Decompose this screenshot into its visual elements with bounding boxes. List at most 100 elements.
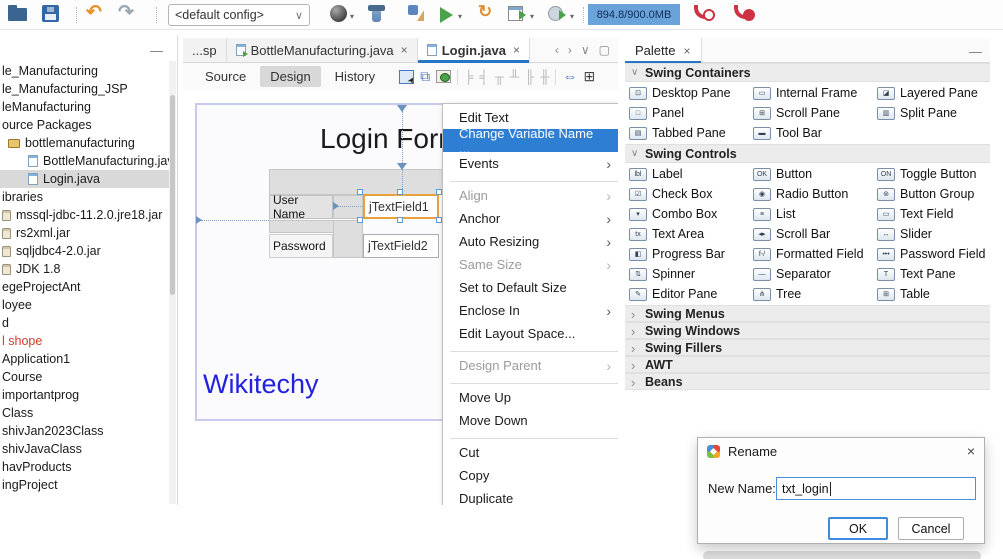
next-tab-icon[interactable]: ›: [568, 43, 572, 57]
memory-usage-indicator[interactable]: 894.8/900.0MB: [588, 4, 680, 25]
tab-login-java[interactable]: Login.java ×: [418, 38, 530, 62]
maximize-icon[interactable]: ▢: [599, 43, 610, 57]
palette-item[interactable]: OK Button: [753, 164, 877, 184]
tree-item[interactable]: rs2xml.jar: [0, 224, 170, 242]
minimize-icon[interactable]: —: [150, 43, 163, 58]
context-menu-item[interactable]: Move Up ›: [443, 386, 618, 409]
build-project-icon[interactable]: [330, 5, 347, 22]
selection-handle[interactable]: [397, 189, 403, 195]
palette-item[interactable]: ▬ Tool Bar: [753, 123, 877, 143]
context-menu-item[interactable]: Enclose In ›: [443, 299, 618, 322]
palette-item[interactable]: ≡ List: [753, 204, 877, 224]
palette-item[interactable]: ▭ Text Field: [877, 204, 990, 224]
palette-item[interactable]: ON Toggle Button: [877, 164, 990, 184]
clean-build-hammer-icon[interactable]: [372, 5, 381, 22]
context-menu-item[interactable]: Anchor ›: [443, 207, 618, 230]
password-textfield[interactable]: jTextField2: [363, 234, 439, 258]
context-menu-item[interactable]: Change Variable Name ... ›: [443, 129, 618, 152]
palette-item[interactable]: ◧ Progress Bar: [629, 244, 753, 264]
palette-item[interactable]: ✎ Editor Pane: [629, 284, 753, 304]
context-menu-item[interactable]: Same Size ›: [443, 253, 618, 276]
chevron-down-icon[interactable]: ▾: [458, 12, 462, 21]
tree-item[interactable]: d: [0, 314, 170, 332]
clean-broom-icon[interactable]: [406, 4, 424, 22]
rename-input[interactable]: txt_login: [776, 477, 976, 500]
tree-item[interactable]: bottlemanufacturing: [0, 134, 170, 152]
dialog-titlebar[interactable]: Rename ×: [698, 438, 984, 464]
tree-item[interactable]: sqljdbc4-2.0.jar: [0, 242, 170, 260]
collapsed-palette-section[interactable]: Swing Menus: [625, 305, 990, 322]
minimize-icon[interactable]: —: [969, 44, 982, 59]
resize-horizontal-icon[interactable]: ⇔: [562, 68, 577, 85]
profiler-clock-icon[interactable]: [694, 5, 708, 19]
palette-item[interactable]: ◪ Layered Pane: [877, 83, 990, 103]
redo-icon[interactable]: ↷: [118, 1, 134, 24]
context-menu-item[interactable]: Copy ›: [443, 464, 618, 487]
tab-jsp[interactable]: ...sp: [183, 38, 227, 62]
source-view-button[interactable]: Source: [195, 66, 256, 87]
palette-item[interactable]: ▭ Internal Frame: [753, 83, 877, 103]
open-project-icon[interactable]: [8, 8, 27, 21]
password-label[interactable]: Password: [269, 234, 333, 258]
chevron-down-icon[interactable]: ▾: [350, 12, 354, 21]
close-icon[interactable]: ×: [967, 443, 975, 459]
tree-item[interactable]: mssql-jdbc-11.2.0.jre18.jar: [0, 206, 170, 224]
profile-project-icon[interactable]: ↻: [478, 2, 492, 22]
design-view-button[interactable]: Design: [260, 66, 320, 87]
tree-item[interactable]: ingProject: [0, 476, 170, 494]
palette-item[interactable]: ↔ Slider: [877, 224, 990, 244]
tree-item[interactable]: l shope: [0, 332, 170, 350]
sidebar-scrollbar[interactable]: [169, 61, 176, 504]
config-dropdown[interactable]: <default config> ∨: [168, 4, 310, 26]
close-icon[interactable]: ×: [683, 44, 690, 58]
section-swing-containers[interactable]: Swing Containers: [625, 63, 990, 82]
tab-palette[interactable]: Palette ×: [625, 38, 702, 63]
ok-button[interactable]: OK: [828, 517, 888, 540]
debug-project-icon[interactable]: [508, 6, 523, 21]
login-form-title[interactable]: Login Form: [320, 123, 462, 155]
palette-item[interactable]: f-/ Formatted Field: [753, 244, 877, 264]
context-menu-item[interactable]: ›: [443, 432, 618, 441]
palette-item[interactable]: ⊚ Button Group: [877, 184, 990, 204]
collapsed-palette-section[interactable]: Swing Fillers: [625, 339, 990, 356]
tree-item[interactable]: Application1: [0, 350, 170, 368]
palette-item[interactable]: □ Panel: [629, 103, 753, 123]
selection-handle[interactable]: [397, 217, 403, 223]
palette-item[interactable]: tx Text Area: [629, 224, 753, 244]
context-menu-item[interactable]: Auto Resizing ›: [443, 230, 618, 253]
profiler-stop-icon[interactable]: [734, 5, 748, 19]
context-menu-item[interactable]: ›: [443, 377, 618, 386]
palette-item[interactable]: ◂▸ Scroll Bar: [753, 224, 877, 244]
tree-item[interactable]: loyee: [0, 296, 170, 314]
run-project-icon[interactable]: [440, 7, 453, 23]
tab-list-icon[interactable]: ∨: [581, 43, 590, 57]
tree-item[interactable]: ibraries: [0, 188, 170, 206]
context-menu-item[interactable]: Edit Layout Space... ›: [443, 322, 618, 345]
context-menu-item[interactable]: ›: [443, 175, 618, 184]
tab-bottlemanufacturing[interactable]: BottleManufacturing.java ×: [227, 38, 418, 62]
tree-item[interactable]: ource Packages: [0, 116, 170, 134]
selection-handle[interactable]: [357, 189, 363, 195]
collapsed-palette-section[interactable]: Swing Windows: [625, 322, 990, 339]
connection-mode-icon[interactable]: ⧉: [420, 68, 430, 85]
context-menu-item[interactable]: Set to Default Size ›: [443, 276, 618, 299]
section-swing-controls[interactable]: Swing Controls: [625, 144, 990, 163]
preview-design-icon[interactable]: [436, 70, 451, 83]
context-menu-item[interactable]: Cut ›: [443, 441, 618, 464]
grid-icon[interactable]: ⊞: [583, 68, 595, 85]
context-menu-item[interactable]: Move Down ›: [443, 409, 618, 432]
tree-item[interactable]: shivJan2023Class: [0, 422, 170, 440]
palette-item[interactable]: ▥ Split Pane: [877, 103, 990, 123]
selection-handle[interactable]: [357, 217, 363, 223]
tree-item[interactable]: importantprog: [0, 386, 170, 404]
tree-item[interactable]: havProducts: [0, 458, 170, 476]
palette-item[interactable]: ⋔ Tree: [753, 284, 877, 304]
context-menu-item[interactable]: Align ›: [443, 184, 618, 207]
palette-item[interactable]: ▾ Combo Box: [629, 204, 753, 224]
context-menu-item[interactable]: ›: [443, 345, 618, 354]
tree-item[interactable]: shivJavaClass: [0, 440, 170, 458]
tree-item[interactable]: le_Manufacturing: [0, 62, 170, 80]
close-icon[interactable]: ×: [401, 43, 408, 57]
collapsed-palette-section[interactable]: Beans: [625, 373, 990, 390]
selection-mode-icon[interactable]: [399, 70, 414, 84]
